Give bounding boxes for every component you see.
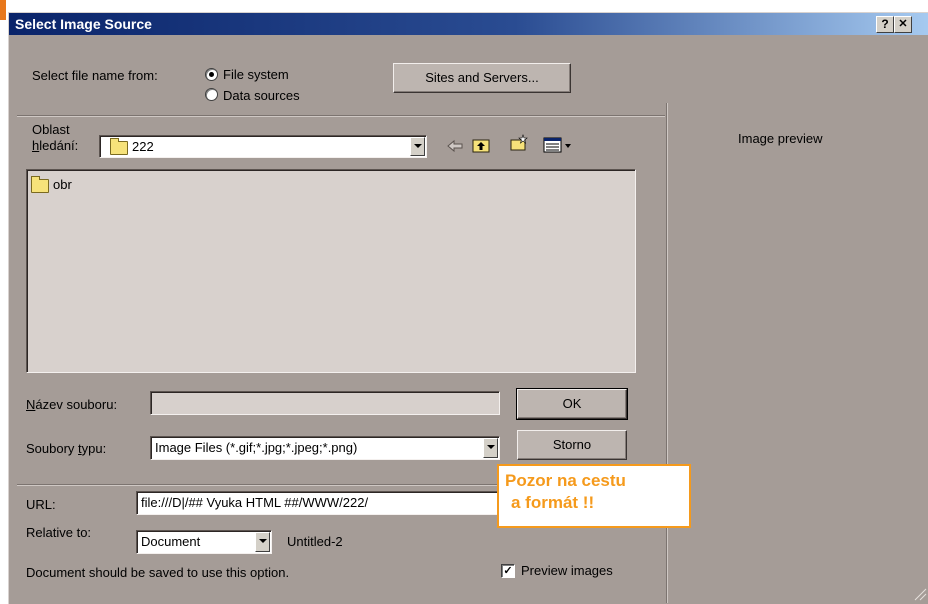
relative-to-select[interactable]: Document [136, 530, 272, 554]
chevron-down-icon[interactable] [483, 438, 498, 458]
help-button[interactable]: ? [876, 16, 894, 33]
chevron-down-icon[interactable] [410, 137, 425, 156]
current-folder-name: 222 [132, 139, 154, 154]
close-button[interactable]: ✕ [894, 16, 912, 33]
radio-file-system-label[interactable]: File system [223, 67, 289, 82]
new-folder-icon[interactable] [509, 134, 529, 152]
file-type-label-rest: ypu: [81, 441, 107, 456]
preview-images-checkbox[interactable]: ✓ [501, 564, 515, 578]
file-type-label: Soubory typu: [26, 441, 107, 456]
folder-icon [31, 176, 49, 193]
look-in-label-rest: ledání: [39, 138, 79, 153]
cancel-button[interactable]: Storno [517, 430, 627, 460]
url-label: URL: [26, 497, 56, 512]
file-type-value: Image Files (*.gif;*.jpg;*.jpeg;*.png) [155, 440, 358, 455]
look-in-label-top: Oblast [32, 122, 70, 137]
preview-divider [666, 103, 668, 603]
look-in-select[interactable]: 222 [99, 135, 427, 158]
top-divider [17, 115, 665, 117]
back-arrow-icon[interactable] [445, 137, 465, 155]
select-image-source-dialog: Select Image Source ? ✕ Select file name… [8, 12, 928, 604]
resize-grip[interactable] [907, 573, 927, 601]
file-name-input[interactable] [150, 391, 500, 415]
sites-and-servers-button[interactable]: Sites and Servers... [393, 63, 571, 93]
annotation-note: Pozor na cestu a formát !! [497, 464, 691, 528]
dialog-title: Select Image Source [15, 16, 152, 32]
list-item-label: obr [53, 177, 72, 192]
preview-images-label[interactable]: Preview images [521, 563, 613, 578]
url-input[interactable]: file:///D|/## Vyuka HTML ##/WWW/222/ [136, 491, 500, 515]
save-note: Document should be saved to use this opt… [26, 565, 290, 580]
select-from-label: Select file name from: [32, 68, 158, 83]
document-name: Untitled-2 [287, 534, 343, 549]
file-list[interactable]: obr [26, 169, 636, 373]
relative-to-value: Document [141, 534, 201, 549]
view-menu-icon[interactable] [542, 136, 576, 154]
ok-button[interactable]: OK [516, 388, 628, 420]
list-item[interactable]: obr [29, 176, 129, 194]
annotation-line-1: Pozor na cestu [505, 471, 626, 490]
radio-data-sources-label[interactable]: Data sources [223, 88, 300, 103]
file-name-label: Název souboru: [26, 397, 118, 412]
title-bar[interactable]: Select Image Source ? ✕ [9, 13, 928, 35]
up-folder-icon[interactable] [471, 136, 491, 154]
file-type-select[interactable]: Image Files (*.gif;*.jpg;*.jpeg;*.png) [150, 436, 500, 460]
relative-to-label: Relative to: [26, 525, 92, 540]
radio-data-sources[interactable] [205, 88, 218, 101]
folder-open-icon [110, 138, 128, 155]
file-name-label-rest: ázev souboru: [35, 397, 118, 412]
image-preview-label: Image preview [738, 131, 823, 146]
radio-file-system[interactable] [205, 68, 218, 81]
chevron-down-icon[interactable] [255, 532, 270, 552]
annotation-line-2: a formát !! [511, 493, 595, 512]
orange-accent-strip [0, 0, 6, 20]
look-in-label-bottom: hledání: [32, 138, 79, 153]
